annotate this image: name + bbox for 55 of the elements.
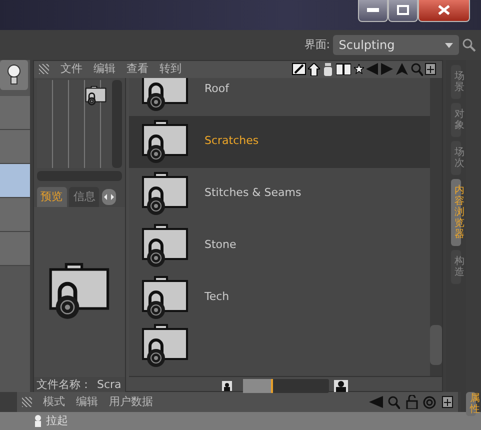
panel-row xyxy=(0,130,30,164)
menu-item[interactable]: 编辑 xyxy=(93,61,116,78)
locked-folder-icon xyxy=(140,276,188,320)
panel-row xyxy=(0,198,30,232)
content-item[interactable]: Stone xyxy=(128,220,430,272)
panel-row xyxy=(0,232,30,266)
locked-folder-icon xyxy=(140,172,188,216)
preview-tab[interactable]: 预览 xyxy=(36,186,66,207)
scroll-bar[interactable] xyxy=(430,78,442,376)
light-bulb-button[interactable] xyxy=(0,60,28,90)
close-button[interactable] xyxy=(418,0,470,22)
grip-handle[interactable] xyxy=(22,397,32,407)
panel-row xyxy=(0,96,30,130)
locked-folder-icon xyxy=(140,120,188,164)
add-panel-icon[interactable] xyxy=(442,396,453,408)
search-icon[interactable] xyxy=(462,38,476,52)
preview-tab[interactable]: 信息 xyxy=(69,186,100,207)
locked-folder-icon xyxy=(140,224,188,268)
large-figure-icon xyxy=(334,380,348,392)
content-item[interactable]: Roof xyxy=(128,78,430,116)
locked-folder-icon xyxy=(140,78,188,112)
file-name-label: 文件名称： xyxy=(36,376,92,393)
menu-item[interactable]: 文件 xyxy=(60,61,82,78)
caret-icon xyxy=(444,42,453,48)
content-item[interactable]: Scratches xyxy=(128,116,430,168)
row-label: 拉起 xyxy=(46,412,68,429)
grip-handle[interactable] xyxy=(39,64,50,74)
file-name-value: Scra xyxy=(97,376,122,393)
locked-folder-icon xyxy=(140,324,188,368)
selected-row[interactable] xyxy=(0,164,30,198)
interface-dropdown[interactable]: Sculpting xyxy=(332,35,459,55)
minimize-icon xyxy=(367,8,379,12)
menu-item[interactable]: 编辑 xyxy=(76,394,98,410)
collapse-toggle-icon[interactable] xyxy=(102,188,116,205)
content-item[interactable]: Stitches & Seams xyxy=(128,168,430,220)
maximize-icon xyxy=(397,5,409,16)
interface-label: 界面: xyxy=(304,36,330,53)
minimize-button[interactable] xyxy=(358,0,388,22)
folder-icon xyxy=(84,86,106,106)
pencil-icon[interactable] xyxy=(292,63,306,76)
figure-icon xyxy=(33,415,43,427)
thumbnail-size-slider[interactable] xyxy=(242,379,329,394)
content-item[interactable]: Tech xyxy=(128,272,430,324)
menu-item[interactable]: 模式 xyxy=(43,394,65,410)
preview-image xyxy=(48,263,110,320)
menu-item[interactable]: 查看 xyxy=(126,61,148,78)
jar-icon[interactable] xyxy=(323,62,333,76)
add-panel-icon[interactable] xyxy=(425,63,436,76)
small-figure-icon xyxy=(222,381,232,392)
maximize-button[interactable] xyxy=(388,0,418,22)
close-icon xyxy=(438,5,450,16)
star-icon[interactable] xyxy=(354,64,364,74)
menu-item[interactable]: 用户数据 xyxy=(109,394,153,410)
light-bulb-icon xyxy=(7,64,21,86)
menu-item[interactable]: 转到 xyxy=(159,61,182,78)
